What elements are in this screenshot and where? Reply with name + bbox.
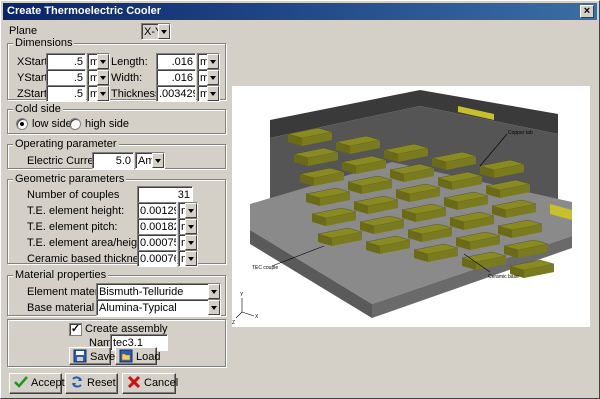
high-side-radio[interactable] bbox=[69, 118, 81, 130]
pitch-label: T.E. element pitch: bbox=[27, 221, 118, 233]
height-field[interactable]: 0.0012954 bbox=[137, 202, 177, 219]
ystart-label: YStart bbox=[17, 72, 48, 84]
checkmark-icon bbox=[14, 375, 28, 389]
axis-y-label: Y bbox=[240, 292, 244, 298]
axis-z-label: Z bbox=[232, 320, 235, 326]
title-bar: Create Thermoelectric Cooler × bbox=[3, 3, 597, 20]
xstart-unit-select[interactable]: m bbox=[87, 53, 110, 70]
chevron-down-icon[interactable] bbox=[97, 54, 109, 69]
floppy-disk-icon bbox=[73, 349, 87, 363]
area-label: T.E. element area/height: bbox=[27, 237, 150, 249]
low-side-label: low side bbox=[32, 118, 72, 130]
base-material-label: Base material bbox=[27, 302, 95, 314]
high-side-label: high side bbox=[85, 118, 130, 130]
couples-label: Number of couples bbox=[27, 189, 120, 201]
chevron-down-icon[interactable] bbox=[158, 24, 170, 39]
axis-x-label: X bbox=[255, 314, 259, 320]
ystart-unit-select[interactable]: m bbox=[87, 69, 110, 86]
tec-model-render: Copper tab TEC couple Ceramic base Y X Z bbox=[232, 90, 572, 326]
create-assembly-checkbox[interactable]: ✓ bbox=[69, 323, 82, 336]
chevron-down-icon[interactable] bbox=[185, 251, 197, 266]
chevron-down-icon[interactable] bbox=[97, 70, 109, 85]
plane-select[interactable]: X-Y bbox=[141, 23, 171, 40]
ceramic-field[interactable]: 0.000762 bbox=[137, 250, 177, 267]
tec-dialog: Create Thermoelectric Cooler × Plane X-Y… bbox=[0, 0, 600, 399]
width-unit-select[interactable]: m bbox=[197, 69, 220, 86]
material-title: Material properties bbox=[13, 269, 109, 281]
window-title: Create Thermoelectric Cooler bbox=[7, 5, 162, 17]
width-field[interactable]: .016 bbox=[156, 69, 196, 86]
chevron-down-icon[interactable] bbox=[185, 235, 197, 250]
reset-button[interactable]: Reset bbox=[65, 373, 118, 394]
copper-tab-annotation: Copper tab bbox=[508, 130, 533, 136]
length-unit-select[interactable]: m bbox=[197, 53, 220, 70]
tec-preview-viewport[interactable]: Copper tab TEC couple Ceramic base Y X Z bbox=[232, 86, 590, 327]
chevron-down-icon[interactable] bbox=[207, 54, 219, 69]
operating-title: Operating parameter bbox=[13, 138, 119, 150]
ystart-field[interactable]: .5 bbox=[46, 69, 86, 86]
chevron-down-icon[interactable] bbox=[208, 284, 220, 299]
close-icon: × bbox=[583, 5, 591, 17]
accept-label: Accept bbox=[31, 377, 65, 389]
axis-triad: Y X Z bbox=[232, 292, 259, 326]
tec-couple-annotation: TEC couple bbox=[252, 265, 278, 271]
chevron-down-icon[interactable] bbox=[185, 219, 197, 234]
close-button[interactable]: × bbox=[580, 5, 594, 18]
dimensions-title: Dimensions bbox=[13, 37, 75, 49]
load-label: Load bbox=[136, 351, 161, 363]
chevron-down-icon[interactable] bbox=[207, 86, 219, 101]
height-unit-select[interactable]: m bbox=[178, 202, 198, 219]
base-material-value: Alumina-Typical bbox=[99, 302, 177, 314]
xstart-field[interactable]: .5 bbox=[46, 53, 86, 70]
thickness-field[interactable]: .003429 bbox=[156, 85, 196, 102]
pitch-field[interactable]: 0.0018288 bbox=[137, 218, 177, 235]
ceramic-unit-select[interactable]: m bbox=[178, 250, 198, 267]
length-label: Length: bbox=[111, 56, 148, 68]
zstart-unit-select[interactable]: m bbox=[87, 85, 110, 102]
xstart-label: XStart bbox=[17, 56, 48, 68]
geometric-title: Geometric parameters bbox=[13, 173, 127, 185]
save-button[interactable]: Save bbox=[69, 347, 115, 365]
thickness-unit-select[interactable]: m bbox=[197, 85, 220, 102]
area-unit-select[interactable]: m bbox=[178, 234, 198, 251]
length-field[interactable]: .016 bbox=[156, 53, 196, 70]
base-material-select[interactable]: Alumina-Typical bbox=[96, 299, 221, 316]
cancel-button[interactable]: Cancel bbox=[122, 373, 179, 394]
height-label: T.E. element height: bbox=[27, 205, 125, 217]
reset-arrows-icon bbox=[70, 375, 84, 389]
accept-button[interactable]: Accept bbox=[9, 373, 65, 394]
ceramic-base-annotation: Ceramic base bbox=[488, 274, 519, 280]
pitch-unit-select[interactable]: m bbox=[178, 218, 198, 235]
cold-side-title: Cold side bbox=[13, 103, 63, 115]
low-side-radio[interactable] bbox=[16, 118, 28, 130]
chevron-down-icon[interactable] bbox=[152, 153, 164, 168]
save-label: Save bbox=[90, 351, 116, 363]
element-material-select[interactable]: Bismuth-Telluride bbox=[96, 283, 221, 300]
cancel-x-icon bbox=[127, 375, 141, 389]
chevron-down-icon[interactable] bbox=[208, 300, 220, 315]
reset-label: Reset bbox=[87, 377, 116, 389]
chevron-down-icon[interactable] bbox=[97, 86, 109, 101]
width-label: Width: bbox=[111, 72, 143, 84]
element-material-value: Bismuth-Telluride bbox=[99, 286, 184, 298]
chevron-down-icon[interactable] bbox=[207, 70, 219, 85]
current-unit-select[interactable]: Amp bbox=[135, 152, 165, 169]
chevron-down-icon[interactable] bbox=[185, 203, 197, 218]
load-button[interactable]: Load bbox=[115, 347, 161, 365]
couples-field[interactable]: 31 bbox=[137, 186, 193, 203]
zstart-label: ZStart bbox=[17, 88, 47, 100]
cancel-label: Cancel bbox=[144, 377, 179, 389]
ceramic-label: Ceramic based thickness: bbox=[27, 253, 153, 265]
folder-icon bbox=[119, 349, 133, 363]
current-field[interactable]: 5.0 bbox=[92, 152, 134, 169]
area-field[interactable]: 0.000757 bbox=[137, 234, 177, 251]
zstart-field[interactable]: .5 bbox=[46, 85, 86, 102]
